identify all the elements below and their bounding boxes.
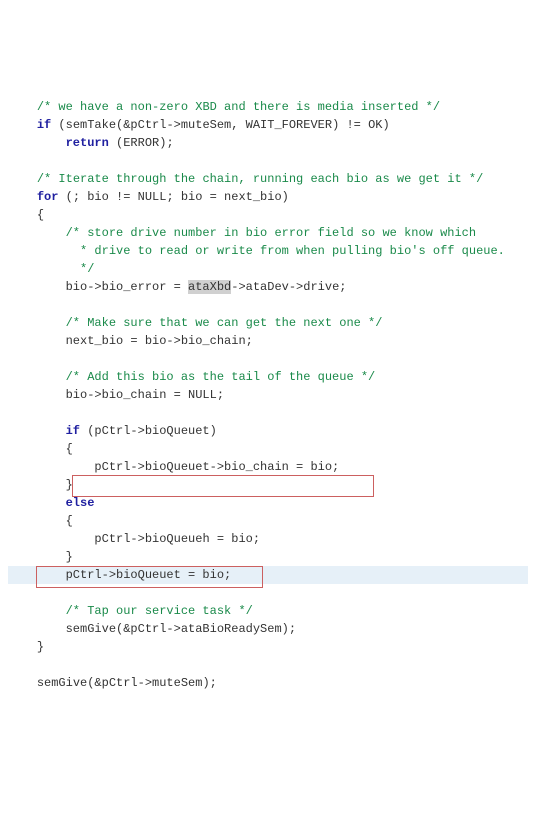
comment-text: /* we have a non-zero XBD and there is m… — [37, 100, 440, 114]
code-line: for (; bio != NULL; bio = next_bio) — [8, 190, 289, 204]
code-line: */ — [8, 262, 94, 276]
code-line: /* Tap our service task */ — [8, 604, 253, 618]
annotation-box-1 — [72, 475, 374, 497]
code-line: } — [8, 640, 44, 654]
code-text: next_bio = bio->bio_chain; — [66, 334, 253, 348]
blank-line — [8, 352, 15, 366]
code-line: /* we have a non-zero XBD and there is m… — [8, 100, 440, 114]
code-text: (pCtrl->bioQueuet) — [80, 424, 217, 438]
comment-text: /* Add this bio as the tail of the queue… — [66, 370, 376, 384]
code-text: bio->bio_chain = NULL; — [66, 388, 224, 402]
code-line: { — [8, 514, 73, 528]
code-line: if (semTake(&pCtrl->muteSem, WAIT_FOREVE… — [8, 118, 390, 132]
blank-line — [8, 406, 15, 420]
code-line: return (ERROR); — [8, 136, 174, 150]
brace-open: { — [37, 208, 44, 222]
keyword-return: return — [66, 136, 109, 150]
code-line: semGive(&pCtrl->muteSem); — [8, 676, 217, 690]
code-line: next_bio = bio->bio_chain; — [8, 334, 253, 348]
blank-line — [8, 298, 15, 312]
code-text: (ERROR); — [109, 136, 174, 150]
code-line: } — [8, 550, 73, 564]
code-line: /* Iterate through the chain, running ea… — [8, 172, 483, 186]
code-line: pCtrl->bioQueueh = bio; — [8, 532, 260, 546]
blank-line — [8, 658, 15, 672]
code-line: /* Make sure that we can get the next on… — [8, 316, 382, 330]
keyword-for: for — [37, 190, 59, 204]
code-text: semGive(&pCtrl->ataBioReadySem); — [66, 622, 296, 636]
highlighted-token: ataXbd — [188, 280, 231, 294]
code-text: pCtrl->bioQueuet = bio; — [66, 568, 232, 582]
code-line: * drive to read or write from when pulli… — [8, 244, 505, 258]
brace-close: } — [37, 640, 44, 654]
keyword-else: else — [66, 496, 95, 510]
blank-line — [8, 154, 15, 168]
brace-open: { — [66, 442, 73, 456]
keyword-if: if — [37, 118, 51, 132]
code-text: pCtrl->bioQueueh = bio; — [94, 532, 260, 546]
brace-open: { — [66, 514, 73, 528]
code-line: } — [8, 478, 73, 492]
code-text: semGive(&pCtrl->muteSem); — [37, 676, 217, 690]
code-line: bio->bio_error = ataXbd->ataDev->drive; — [8, 280, 346, 294]
code-line: /* Add this bio as the tail of the queue… — [8, 370, 375, 384]
code-line: bio->bio_chain = NULL; — [8, 388, 224, 402]
code-line: { — [8, 442, 73, 456]
code-line: if (pCtrl->bioQueuet) — [8, 424, 217, 438]
code-line: pCtrl->bioQueuet->bio_chain = bio; — [8, 460, 339, 474]
comment-text: /* Iterate through the chain, running ea… — [37, 172, 483, 186]
brace-close: } — [66, 478, 73, 492]
code-text: (; bio != NULL; bio = next_bio) — [58, 190, 288, 204]
code-text: bio->bio_error = — [66, 280, 188, 294]
comment-text: /* Tap our service task */ — [66, 604, 253, 618]
comment-text: * drive to read or write from when pulli… — [73, 244, 505, 258]
comment-text: /* store drive number in bio error field… — [66, 226, 476, 240]
keyword-if: if — [66, 424, 80, 438]
code-line: semGive(&pCtrl->ataBioReadySem); — [8, 622, 296, 636]
code-line: { — [8, 208, 44, 222]
comment-text: */ — [73, 262, 95, 276]
code-text: ->ataDev->drive; — [231, 280, 346, 294]
comment-text: /* Make sure that we can get the next on… — [66, 316, 383, 330]
code-line: /* store drive number in bio error field… — [8, 226, 476, 240]
code-line: else — [8, 496, 94, 510]
code-block: /* we have a non-zero XBD and there is m… — [8, 80, 534, 728]
code-text: (semTake(&pCtrl->muteSem, WAIT_FOREVER) … — [51, 118, 389, 132]
highlighted-line: pCtrl->bioQueuet = bio; — [8, 566, 528, 584]
brace-close: } — [66, 550, 73, 564]
code-text: pCtrl->bioQueuet->bio_chain = bio; — [94, 460, 339, 474]
blank-line — [8, 586, 15, 600]
